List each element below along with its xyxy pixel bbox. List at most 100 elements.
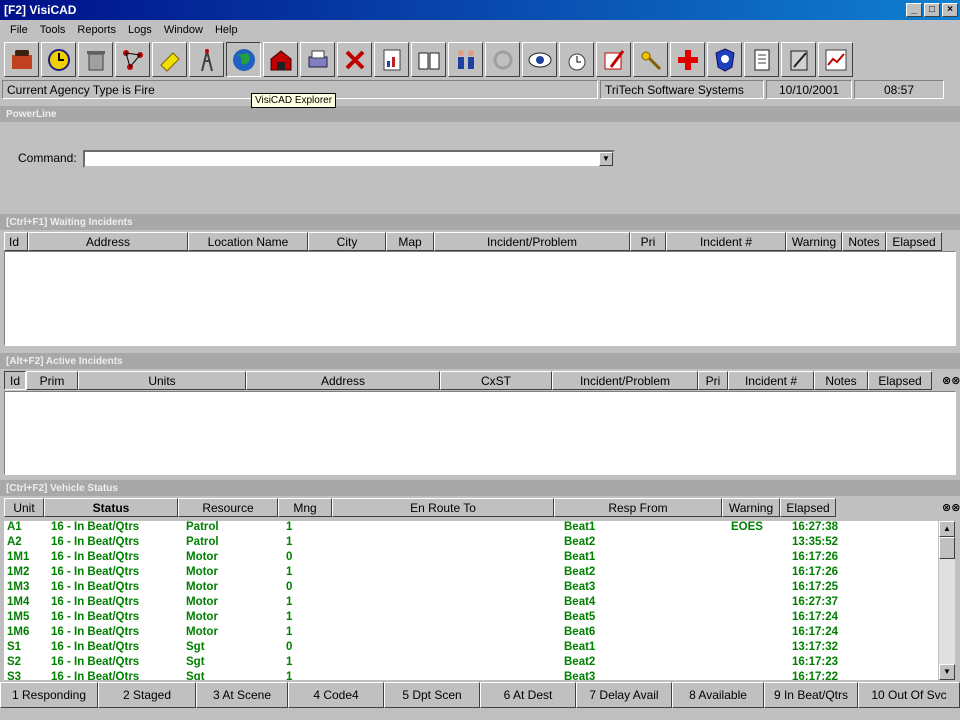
col-incident-problem[interactable]: Incident/Problem (552, 371, 698, 390)
col-resp-from[interactable]: Resp From (554, 498, 722, 517)
vehicle-unit: S1 (7, 641, 22, 653)
table-row[interactable]: 1M1 16 - In Beat/Qtrs Motor 0 Beat1 16:17:26 (4, 551, 938, 566)
col-map[interactable]: Map (386, 232, 434, 251)
refresh-icon[interactable] (485, 42, 520, 77)
col-warning[interactable]: Warning (722, 498, 780, 517)
vehicle-elapsed: 16:17:26 (792, 551, 839, 563)
col-prim[interactable]: Prim (26, 371, 78, 390)
waiting-incidents-list[interactable] (4, 251, 956, 346)
col-address[interactable]: Address (246, 371, 440, 390)
radio-tower-icon[interactable] (189, 42, 224, 77)
menu-window[interactable]: Window (158, 24, 209, 36)
menu-help[interactable]: Help (209, 24, 244, 36)
out-of-svc-button[interactable]: 10 Out Of Svc (858, 682, 960, 708)
table-row[interactable]: S3 16 - In Beat/Qtrs Sgt 1 Beat3 16:17:22 (4, 671, 938, 680)
vehicle-unit: 1M2 (7, 566, 30, 578)
vehicle-status-list[interactable]: A1 16 - In Beat/Qtrs Patrol 1 Beat1 EOES 16:27… (4, 521, 938, 680)
at-dest-button[interactable]: 6 At Dest (480, 682, 576, 708)
police-badge-icon[interactable] (707, 42, 742, 77)
col-id[interactable]: Id (4, 371, 26, 390)
col-pri[interactable]: Pri (698, 371, 728, 390)
vehicle-resource: Patrol (186, 521, 219, 533)
responding-button[interactable]: 1 Responding (0, 682, 98, 708)
minimize-button[interactable]: _ (906, 3, 922, 17)
binoculars-icon[interactable]: ⊗⊗ (942, 374, 960, 387)
table-row[interactable]: A2 16 - In Beat/Qtrs Patrol 1 Beat2 13:35:52 (4, 536, 938, 551)
col-elapsed[interactable]: Elapsed (868, 371, 932, 390)
staged-button[interactable]: 2 Staged (98, 682, 196, 708)
col-incident-number[interactable]: Incident # (728, 371, 814, 390)
clipboard-icon[interactable] (781, 42, 816, 77)
table-row[interactable]: 1M3 16 - In Beat/Qtrs Motor 0 Beat3 16:17:25 (4, 581, 938, 596)
col-resource[interactable]: Resource (178, 498, 278, 517)
people-icon[interactable] (448, 42, 483, 77)
alarm-icon[interactable] (559, 42, 594, 77)
in-beat-qtrs-button[interactable]: 9 In Beat/Qtrs (764, 682, 858, 708)
notepad-icon[interactable] (744, 42, 779, 77)
menu-tools[interactable]: Tools (34, 24, 72, 36)
code4-button[interactable]: 4 Code4 (288, 682, 384, 708)
col-unit[interactable]: Unit (4, 498, 44, 517)
clock-icon[interactable] (41, 42, 76, 77)
table-row[interactable]: S2 16 - In Beat/Qtrs Sgt 1 Beat2 16:17:23 (4, 656, 938, 671)
menu-reports[interactable]: Reports (71, 24, 122, 36)
dpt-scen-button[interactable]: 5 Dpt Scen (384, 682, 480, 708)
printer-icon[interactable] (300, 42, 335, 77)
tools-icon[interactable] (337, 42, 372, 77)
col-pri[interactable]: Pri (630, 232, 666, 251)
globe-explorer-icon[interactable] (226, 42, 261, 77)
vehicle-scrollbar[interactable]: ▲ ▼ (939, 521, 955, 680)
menu-logs[interactable]: Logs (122, 24, 158, 36)
book-icon[interactable] (411, 42, 446, 77)
col-elapsed[interactable]: Elapsed (780, 498, 836, 517)
phone-call-icon[interactable] (4, 42, 39, 77)
col-address[interactable]: Address (28, 232, 188, 251)
col-elapsed[interactable]: Elapsed (886, 232, 942, 251)
available-button[interactable]: 8 Available (672, 682, 764, 708)
col-warning[interactable]: Warning (786, 232, 842, 251)
scroll-down-icon[interactable]: ▼ (939, 664, 955, 680)
command-input[interactable]: ▼ (83, 150, 615, 168)
vehicle-elapsed: 16:17:24 (792, 626, 839, 638)
table-row[interactable]: A1 16 - In Beat/Qtrs Patrol 1 Beat1 EOES 16:27… (4, 521, 938, 536)
col-mng[interactable]: Mng (278, 498, 332, 517)
active-incidents-list[interactable] (4, 391, 956, 475)
trash-can-icon[interactable] (78, 42, 113, 77)
binoculars-icon[interactable]: ⊗⊗ (942, 501, 960, 514)
eraser-icon[interactable] (152, 42, 187, 77)
vehicle-resource: Sgt (186, 656, 205, 668)
col-incident-number[interactable]: Incident # (666, 232, 786, 251)
eye-icon[interactable] (522, 42, 557, 77)
col-cxst[interactable]: CxST (440, 371, 552, 390)
col-location-name[interactable]: Location Name (188, 232, 308, 251)
scroll-thumb[interactable] (939, 537, 955, 559)
fire-station-icon[interactable] (263, 42, 298, 77)
col-notes[interactable]: Notes (814, 371, 868, 390)
table-row[interactable]: 1M4 16 - In Beat/Qtrs Motor 1 Beat4 16:27:37 (4, 596, 938, 611)
key-icon[interactable] (633, 42, 668, 77)
visicad-window: [F2] VisiCAD _ □ × File Tools Reports Lo… (0, 0, 960, 720)
delay-avail-button[interactable]: 7 Delay Avail (576, 682, 672, 708)
scroll-up-icon[interactable]: ▲ (939, 521, 955, 537)
chart-icon[interactable] (818, 42, 853, 77)
table-row[interactable]: 1M6 16 - In Beat/Qtrs Motor 1 Beat6 16:17:24 (4, 626, 938, 641)
col-incident-problem[interactable]: Incident/Problem (434, 232, 630, 251)
at-scene-button[interactable]: 3 At Scene (196, 682, 288, 708)
col-city[interactable]: City (308, 232, 386, 251)
col-id[interactable]: Id (4, 232, 28, 251)
table-row[interactable]: S1 16 - In Beat/Qtrs Sgt 0 Beat1 13:17:32 (4, 641, 938, 656)
table-row[interactable]: 1M2 16 - In Beat/Qtrs Motor 1 Beat2 16:17:26 (4, 566, 938, 581)
col-en-route-to[interactable]: En Route To (332, 498, 554, 517)
table-row[interactable]: 1M5 16 - In Beat/Qtrs Motor 1 Beat5 16:17:24 (4, 611, 938, 626)
close-button[interactable]: × (942, 3, 958, 17)
col-units[interactable]: Units (78, 371, 246, 390)
map-pencil-icon[interactable] (596, 42, 631, 77)
col-notes[interactable]: Notes (842, 232, 886, 251)
maximize-button[interactable]: □ (924, 3, 940, 17)
network-icon[interactable] (115, 42, 150, 77)
menu-file[interactable]: File (4, 24, 34, 36)
col-status[interactable]: Status (44, 498, 178, 517)
red-cross-icon[interactable] (670, 42, 705, 77)
chevron-down-icon[interactable]: ▼ (599, 152, 613, 166)
report-icon[interactable] (374, 42, 409, 77)
